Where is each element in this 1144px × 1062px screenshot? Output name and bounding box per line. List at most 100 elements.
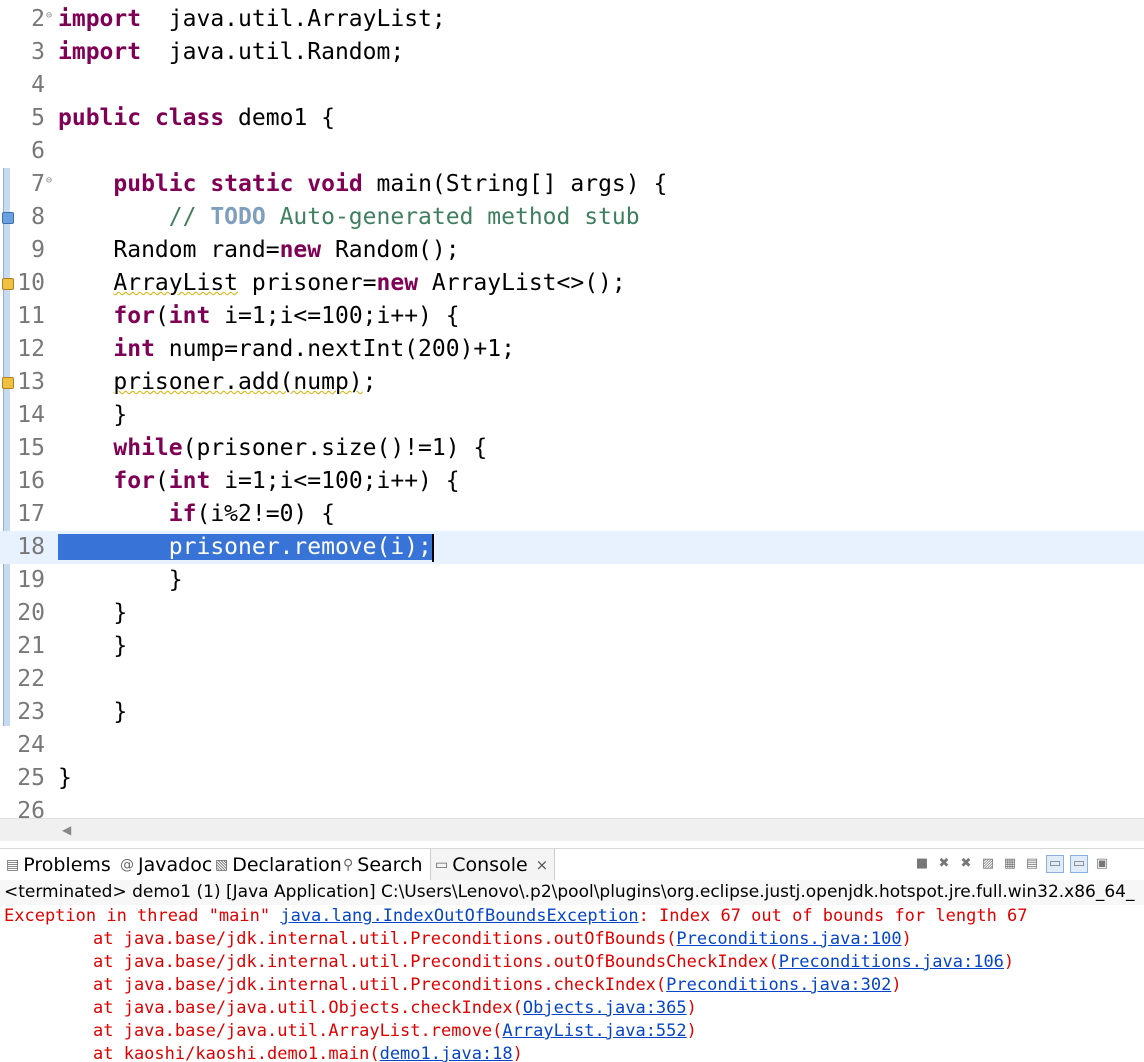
view-tabs: ▤ Problems @ Javadoc ▧ Declaration ⚲ Search ▭ Con…: [0, 848, 1144, 881]
code-line[interactable]: 5 public class demo1 {: [0, 102, 1144, 135]
stack-trace-link[interactable]: java.lang.IndexOutOfBoundsException: [280, 906, 638, 926]
horizontal-scrollbar[interactable]: ◀: [0, 818, 1144, 841]
code-line[interactable]: 17 if(i%2!=0) {: [0, 498, 1144, 531]
tab-problems[interactable]: ▤ Problems: [6, 849, 111, 881]
code-line[interactable]: 15 while(prisoner.size()!=1) {: [0, 432, 1144, 465]
pin-console-icon[interactable]: ▣: [1094, 856, 1110, 872]
code-line[interactable]: 26: [0, 795, 1144, 818]
code-token: (i%2!=0) {: [196, 501, 335, 527]
stack-trace-link[interactable]: Preconditions.java:100: [676, 929, 901, 949]
tab-console[interactable]: ▭ Console ×: [430, 849, 556, 881]
code-line[interactable]: 11 for(int i=1;i<=100;i++) {: [0, 300, 1144, 333]
fold-toggle-icon[interactable]: ⊖: [46, 176, 52, 186]
fold-toggle-icon[interactable]: ⊖: [46, 11, 52, 21]
stack-trace-line: at java.base/java.util.Objects.checkInde…: [0, 997, 1144, 1020]
remove-all-launches-icon[interactable]: ✖: [958, 856, 974, 872]
code-line[interactable]: 23 }: [0, 696, 1144, 729]
code-text[interactable]: public class demo1 {: [58, 102, 335, 135]
code-token: ArrayList<>();: [418, 270, 626, 296]
scroll-left-icon[interactable]: ◀: [62, 823, 71, 837]
code-line[interactable]: 9 Random rand=new Random();: [0, 234, 1144, 267]
tab-javadoc[interactable]: @ Javadoc: [120, 849, 212, 881]
declaration-icon: ▧: [215, 857, 229, 873]
code-token: ;: [362, 369, 377, 395]
clear-console-icon[interactable]: ▨: [980, 856, 996, 872]
code-token: Random();: [321, 237, 460, 263]
code-line[interactable]: 12 int nump=rand.nextInt(200)+1;: [0, 333, 1144, 366]
line-number: 23: [17, 699, 45, 725]
line-number: 18: [17, 534, 45, 560]
code-text[interactable]: }: [58, 597, 127, 630]
line-number: 7: [31, 171, 45, 197]
code-text[interactable]: }: [58, 399, 127, 432]
show-on-stderr-icon[interactable]: ▭: [1070, 855, 1088, 873]
code-text[interactable]: prisoner.remove(i);: [58, 531, 434, 564]
line-number: 20: [17, 600, 45, 626]
console-text: at java.base/jdk.internal.util.Precondit…: [93, 952, 779, 972]
code-line[interactable]: 3 import java.util.Random;: [0, 36, 1144, 69]
code-text[interactable]: for(int i=1;i<=100;i++) {: [58, 465, 459, 498]
word-wrap-icon[interactable]: ▤: [1024, 856, 1040, 872]
show-on-stdout-icon[interactable]: ▭: [1046, 855, 1064, 873]
code-editor[interactable]: 2 ⊖ import java.util.ArrayList; 3 import jav…: [0, 0, 1144, 818]
console-toolbar: ■ ✖ ✖ ▨ ▦ ▤ ▭ ▭ ▣: [914, 853, 1110, 875]
stack-trace-link[interactable]: demo1.java:18: [380, 1044, 513, 1062]
code-text[interactable]: }: [58, 762, 72, 795]
code-line[interactable]: 25}: [0, 762, 1144, 795]
close-icon[interactable]: ×: [536, 849, 549, 881]
code-text[interactable]: public static void main(String[] args) {: [58, 168, 667, 201]
code-text[interactable]: import java.util.ArrayList;: [58, 3, 446, 36]
code-line[interactable]: 14 }: [0, 399, 1144, 432]
warning-marker-icon[interactable]: [2, 377, 14, 389]
code-text[interactable]: while(prisoner.size()!=1) {: [58, 432, 487, 465]
code-line[interactable]: 7 ⊖ public static void main(String[] args…: [0, 168, 1144, 201]
code-line[interactable]: 24: [0, 729, 1144, 762]
code-text[interactable]: }: [58, 630, 127, 663]
code-line[interactable]: 22: [0, 663, 1144, 696]
task-marker-icon[interactable]: [2, 212, 14, 224]
code-text[interactable]: }: [58, 564, 183, 597]
code-line[interactable]: 19 }: [0, 564, 1144, 597]
code-text[interactable]: ArrayList prisoner=new ArrayList<>();: [58, 267, 626, 300]
code-line[interactable]: 10 ArrayList prisoner=new ArrayList<>();: [0, 267, 1144, 300]
code-line[interactable]: 8 // TODO Auto-generated method stub: [0, 201, 1144, 234]
code-line[interactable]: 18 prisoner.remove(i);: [0, 531, 1144, 564]
javadoc-icon: @: [120, 857, 134, 873]
code-line[interactable]: 21 }: [0, 630, 1144, 663]
stack-trace-link[interactable]: Objects.java:365: [523, 998, 687, 1018]
code-line[interactable]: 6: [0, 135, 1144, 168]
code-text[interactable]: import java.util.Random;: [58, 36, 404, 69]
terminate-icon[interactable]: ■: [914, 856, 930, 872]
code-text[interactable]: if(i%2!=0) {: [58, 498, 335, 531]
console-output[interactable]: Exception in thread "main" java.lang.Ind…: [0, 905, 1144, 1062]
code-text[interactable]: int nump=rand.nextInt(200)+1;: [58, 333, 515, 366]
code-text[interactable]: for(int i=1;i<=100;i++) {: [58, 300, 459, 333]
stack-trace-link[interactable]: Preconditions.java:106: [779, 952, 1004, 972]
code-text[interactable]: Random rand=new Random();: [58, 234, 460, 267]
code-text[interactable]: // TODO Auto-generated method stub: [58, 201, 640, 234]
keyword-token: import: [58, 39, 142, 65]
code-text[interactable]: prisoner.add(nump);: [58, 366, 377, 399]
code-line[interactable]: 2 ⊖ import java.util.ArrayList;: [0, 3, 1144, 36]
scroll-lock-icon[interactable]: ▦: [1002, 856, 1018, 872]
code-token: main(String[] args) {: [362, 171, 668, 197]
code-token: (: [154, 303, 169, 329]
keyword-token: public: [113, 171, 197, 197]
code-line[interactable]: 20 }: [0, 597, 1144, 630]
console-text: Exception in thread "main": [4, 906, 281, 926]
code-line[interactable]: 13 prisoner.add(nump);: [0, 366, 1144, 399]
tab-label: Problems: [23, 854, 111, 876]
tab-declaration[interactable]: ▧ Declaration: [215, 849, 342, 881]
line-number: 25: [17, 765, 45, 791]
exception-line: Exception in thread "main" java.lang.Ind…: [0, 905, 1144, 928]
code-text[interactable]: }: [58, 696, 127, 729]
code-line[interactable]: 16 for(int i=1;i<=100;i++) {: [0, 465, 1144, 498]
warning-marker-icon[interactable]: [2, 278, 14, 290]
stack-trace-link[interactable]: Preconditions.java:302: [666, 975, 891, 995]
stack-trace-link[interactable]: ArrayList.java:552: [502, 1021, 686, 1041]
code-line[interactable]: 4: [0, 69, 1144, 102]
tab-search[interactable]: ⚲ Search: [343, 849, 423, 881]
remove-launch-icon[interactable]: ✖: [936, 856, 952, 872]
